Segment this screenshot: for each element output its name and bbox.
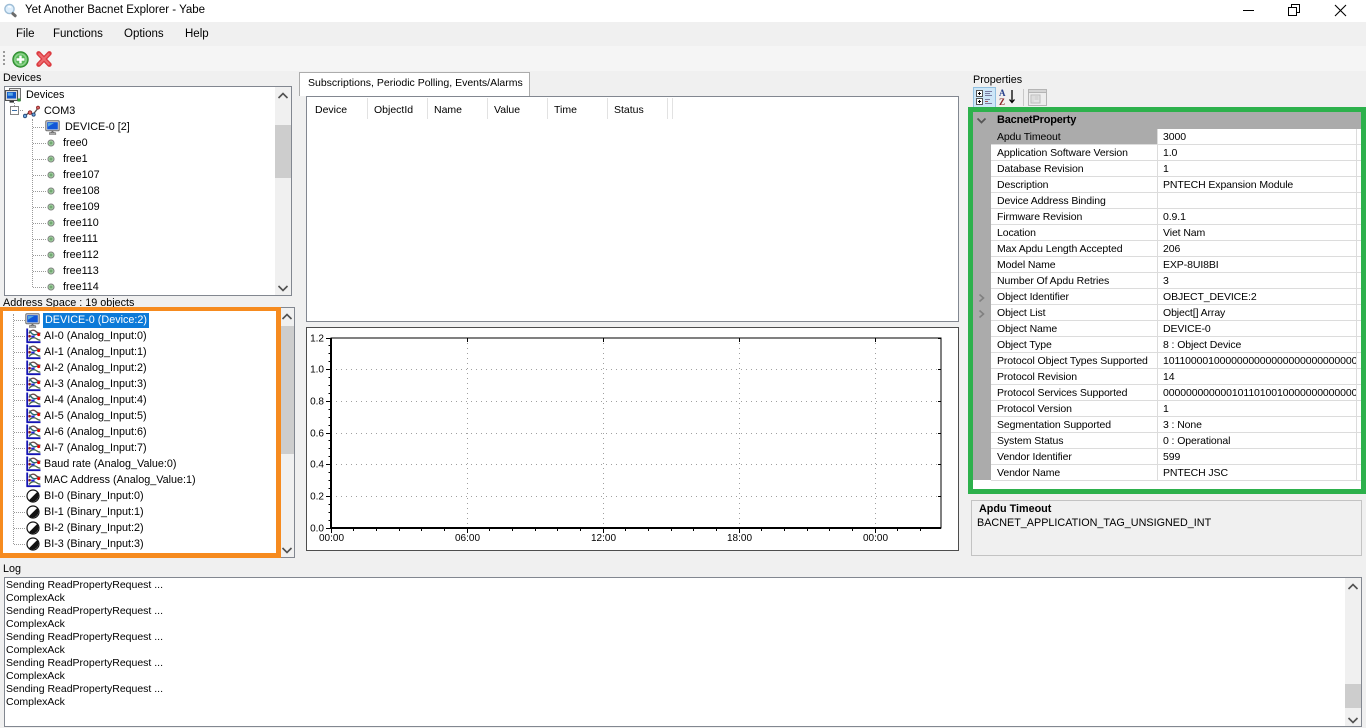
svg-text:0.2: 0.2 [310,492,324,503]
svg-text:0.8: 0.8 [310,397,324,408]
svg-text:1.2: 1.2 [310,334,324,345]
svg-text:1.0: 1.0 [310,365,324,376]
svg-text:18:00: 18:00 [727,533,752,544]
svg-text:00:00: 00:00 [863,533,888,544]
svg-text:0.6: 0.6 [310,429,324,440]
svg-text:00:00: 00:00 [319,533,344,544]
svg-text:0.4: 0.4 [310,460,324,471]
svg-text:06:00: 06:00 [455,533,480,544]
svg-text:Z: Z [999,97,1005,107]
svg-text:12:00: 12:00 [591,533,616,544]
